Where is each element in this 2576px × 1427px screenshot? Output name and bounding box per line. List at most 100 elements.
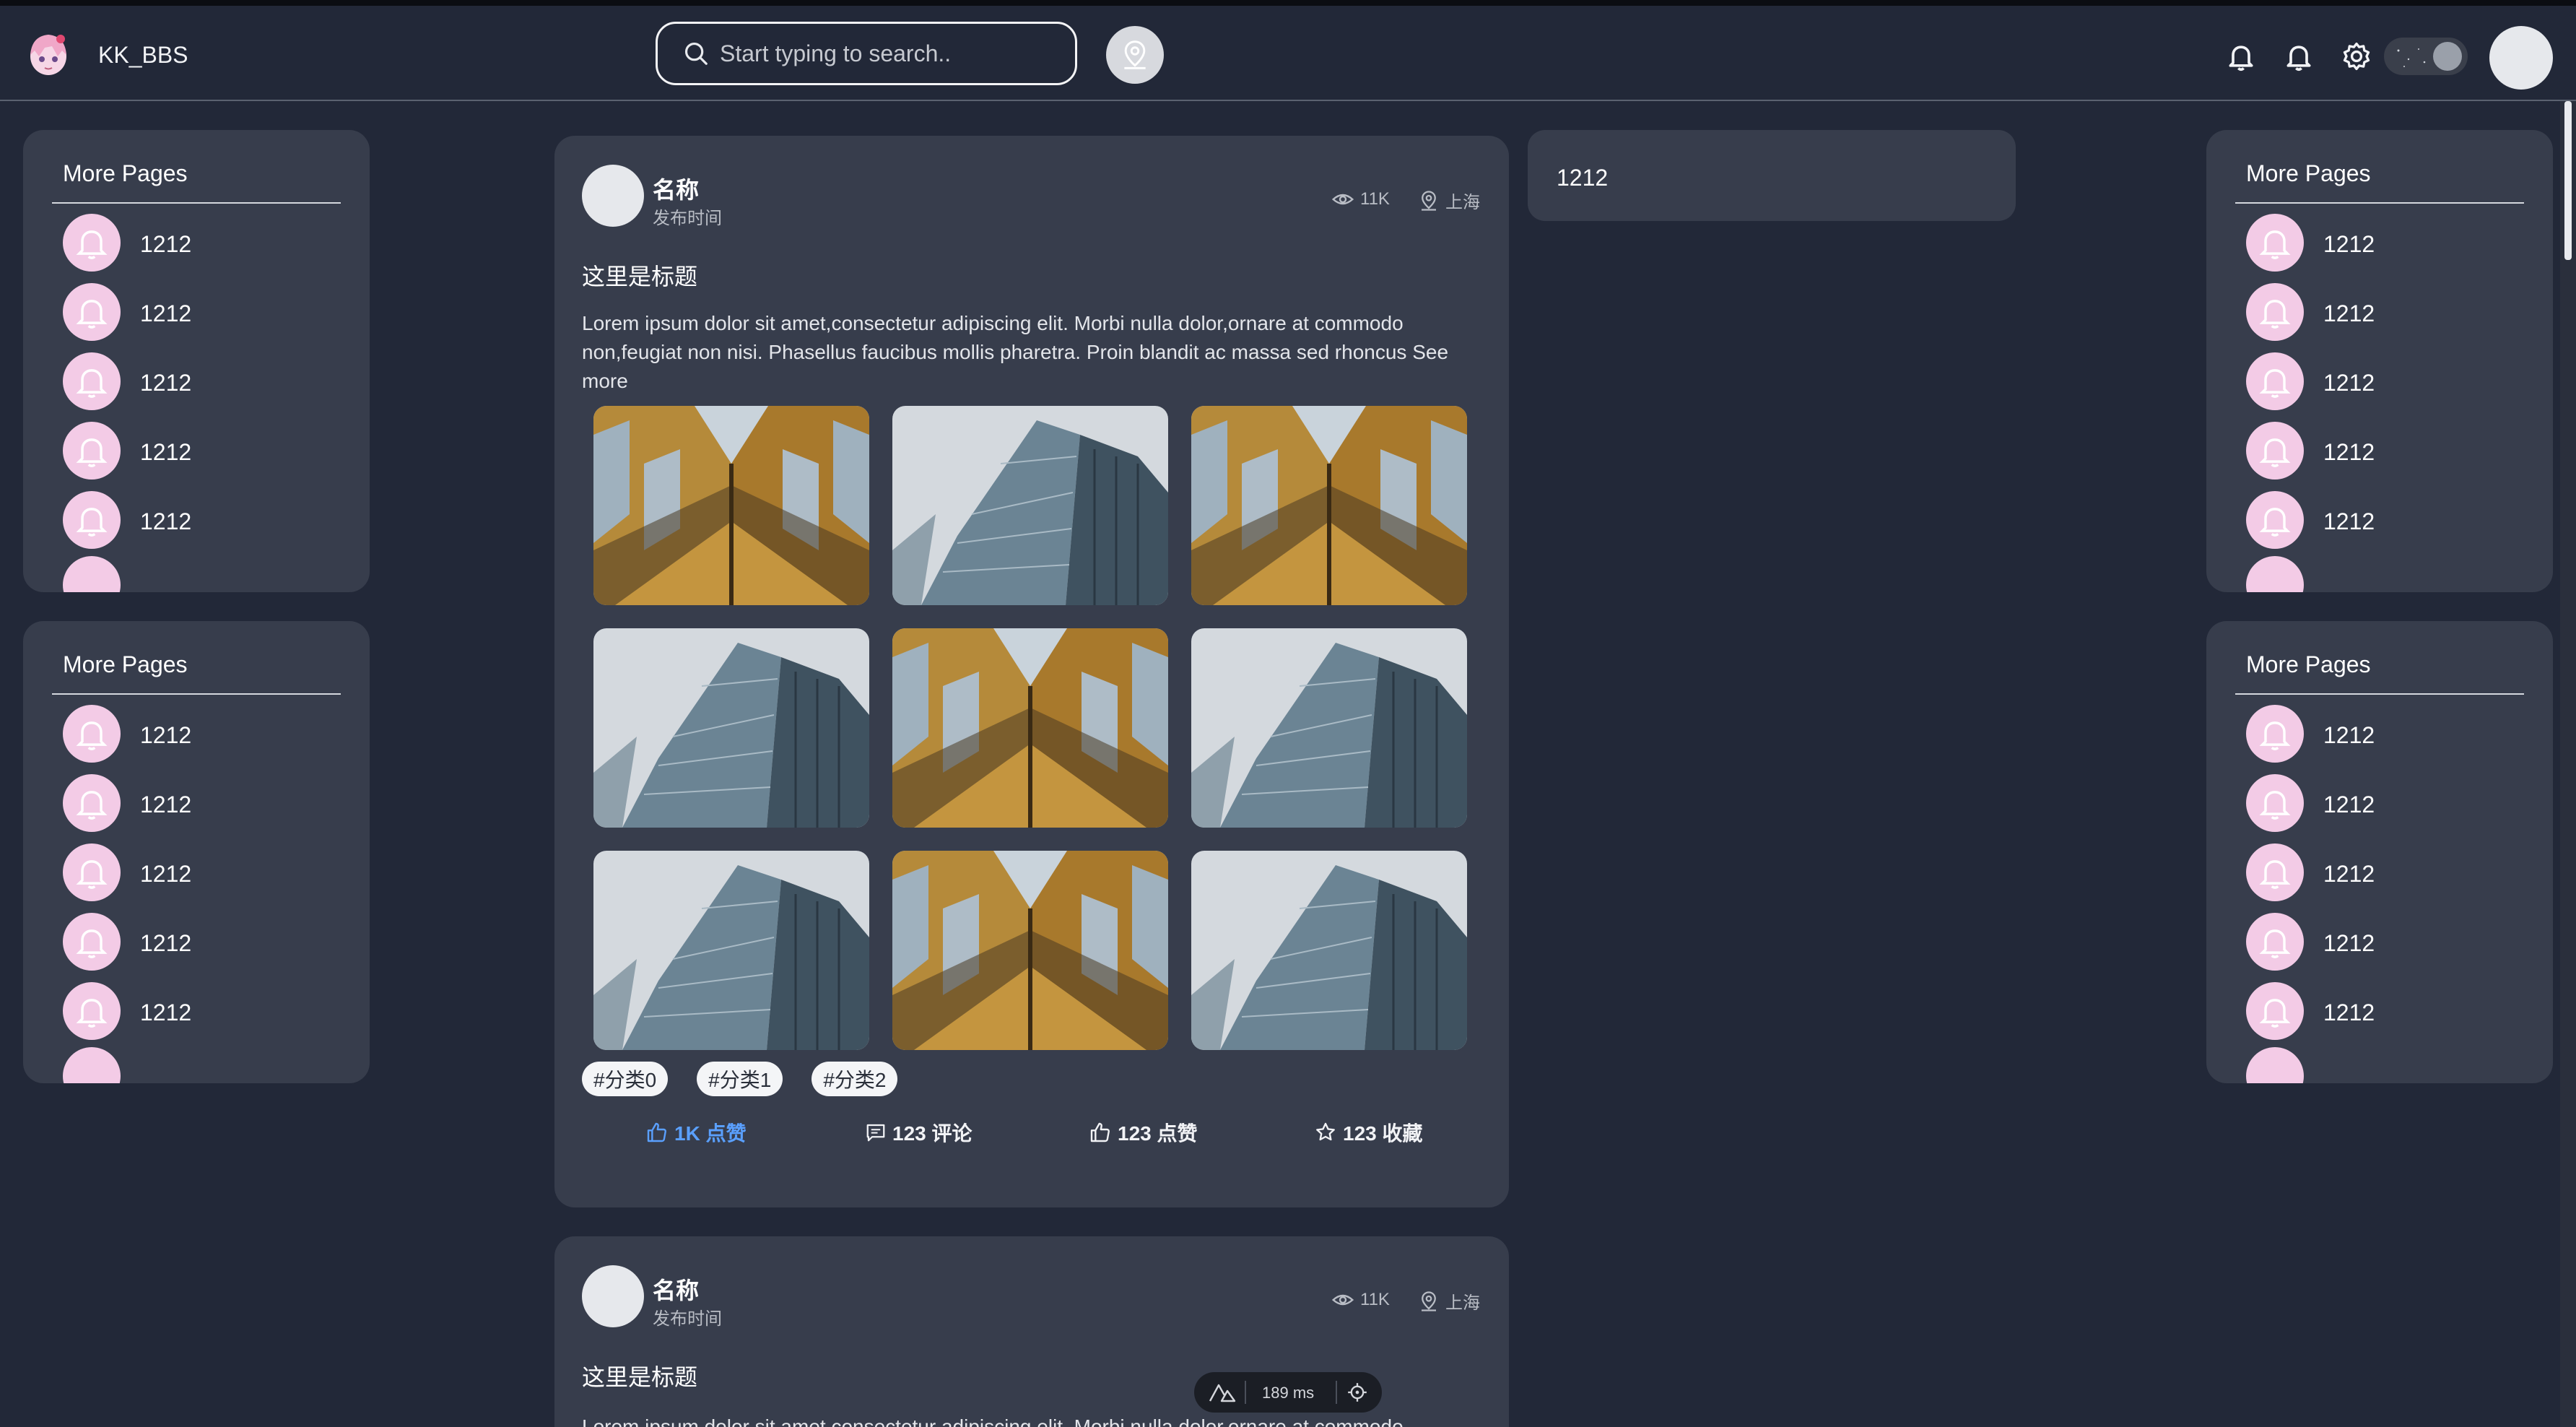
bell-avatar-icon [2246,214,2304,272]
search-box[interactable] [656,22,1077,85]
panel-item-label: 1212 [140,930,192,956]
post-author-avatar[interactable] [582,165,644,227]
thumb-count: 123 点赞 [1118,1122,1198,1145]
panel-list-item[interactable]: 1212 [63,348,352,417]
scrollbar-thumb[interactable] [2564,101,2572,260]
page-scrollbar[interactable] [2560,101,2576,1427]
panel-title: More Pages [2246,651,2371,677]
panel-list-item[interactable]: 1212 [63,978,352,1047]
panel-item-label: 1212 [2323,791,2375,817]
theme-toggle[interactable] [2384,38,2468,75]
post-image-glass-building[interactable] [593,851,869,1050]
tag-chip[interactable]: #分类0 [582,1062,669,1096]
post-title[interactable]: 这里是标题 [582,1359,697,1392]
panel-list-item[interactable]: 1212 [63,487,352,556]
panel-list-item[interactable]: 1212 [2246,839,2535,908]
panel-list-item[interactable]: 1212 [2246,417,2535,487]
panel-list-item[interactable]: 1212 [2246,348,2535,417]
app-logo[interactable] [26,30,71,78]
post-image-glass-building[interactable] [1191,628,1467,828]
panel-list-item[interactable]: 1212 [2246,209,2535,279]
panel-item-label: 1212 [140,370,192,396]
comment-button[interactable]: 123 评论 [865,1118,972,1147]
search-input[interactable] [720,37,1052,70]
bell-avatar-icon [2246,283,2304,341]
info-card[interactable]: 1212 [1528,130,2016,221]
post-image-glass-building[interactable] [892,406,1168,605]
post-image-gold-building[interactable] [892,628,1168,828]
panel-list-item[interactable]: 1212 [2246,908,2535,978]
search-icon [684,42,708,65]
thumb-button[interactable]: 123 点赞 [1089,1118,1198,1147]
panel-item-label: 1212 [2323,861,2375,887]
app-title[interactable]: KK_BBS [98,42,188,69]
panel-item-label: 1212 [2323,231,2375,257]
gear-icon[interactable] [2341,40,2372,72]
panel-item-label: 1212 [2323,439,2375,465]
panel-list-item[interactable]: 1212 [63,770,352,839]
post-image-gold-building[interactable] [593,406,869,605]
left-more-pages-panel-1: More Pages 1212 1212 1212 1212 1212 [23,130,370,592]
favorite-count: 123 收藏 [1343,1122,1423,1145]
panel-list-item[interactable]: 1212 [2246,279,2535,348]
panel-item-label: 1212 [2323,300,2375,326]
panel-list-item[interactable]: 1212 [63,839,352,908]
panel-list-item[interactable]: 1212 [2246,770,2535,839]
like-button[interactable]: 1K 点赞 [645,1118,747,1147]
tag-chip[interactable]: #分类1 [697,1062,783,1096]
panel-divider [2235,693,2524,695]
user-avatar[interactable] [2489,26,2553,90]
panel-divider [52,693,341,695]
panel-list-item[interactable]: 1212 [63,701,352,770]
panel-divider [2235,202,2524,204]
thumbs-up-icon [1090,1122,1110,1142]
post-image-glass-building[interactable] [1191,851,1467,1050]
devtools-pill[interactable]: 189 ms [1194,1372,1382,1413]
panel-list-item[interactable]: 1212 [63,279,352,348]
panel-list-overflow-item [2246,1047,2304,1083]
crosshair-icon[interactable] [1347,1382,1367,1402]
bell-avatar-icon [63,843,121,901]
panel-item-label: 1212 [140,791,192,817]
post-author-name[interactable]: 名称 [653,172,699,205]
post-time: 发布时间 [653,209,722,228]
location-button[interactable] [1106,26,1164,84]
bell-avatar-icon [2246,422,2304,480]
panel-item-label: 1212 [140,439,192,465]
bell-avatar-icon [63,982,121,1040]
panel-list-item[interactable]: 1212 [63,209,352,279]
panel-item-label: 1212 [140,999,192,1025]
post-author-name[interactable]: 名称 [653,1272,699,1306]
panel-list-item[interactable]: 1212 [2246,978,2535,1047]
panel-list-item[interactable]: 1212 [2246,701,2535,770]
bell-avatar-icon [2246,705,2304,763]
tag-chip[interactable]: #分类2 [811,1062,898,1096]
panel-list-item[interactable]: 1212 [63,417,352,487]
panel-list-item[interactable]: 1212 [2246,487,2535,556]
map-pin-icon [1422,190,1436,211]
bell-avatar-icon [63,705,121,763]
top-navbar: KK_BBS [0,6,2576,101]
panel-divider [52,202,341,204]
post-views: 11K [1331,1288,1390,1311]
post-location: 上海 [1418,188,1480,213]
post-card: 名称 发布时间 11K 上海 这里是标题 Lorem ipsum dolor s… [554,136,1509,1207]
post-image-gold-building[interactable] [892,851,1168,1050]
map-pin-icon [1422,1291,1436,1311]
bell-avatar-icon [63,774,121,832]
panel-item-label: 1212 [2323,930,2375,956]
post-author-avatar[interactable] [582,1265,644,1327]
post-time: 发布时间 [653,1309,722,1329]
panel-list: 1212 1212 1212 1212 1212 [63,209,352,556]
favorite-button[interactable]: 123 收藏 [1314,1118,1423,1147]
post-title[interactable]: 这里是标题 [582,259,697,292]
panel-title: More Pages [2246,160,2371,186]
post-image-glass-building[interactable] [593,628,869,828]
right-more-pages-panel-2: More Pages 1212 1212 1212 1212 1212 [2206,621,2553,1083]
notification-bell-icon[interactable] [2283,40,2315,72]
comment-icon [866,1124,885,1142]
bell-icon[interactable] [2225,40,2257,72]
panel-list-item[interactable]: 1212 [63,908,352,978]
panel-list: 1212 1212 1212 1212 1212 [2246,701,2535,1047]
post-image-gold-building[interactable] [1191,406,1467,605]
